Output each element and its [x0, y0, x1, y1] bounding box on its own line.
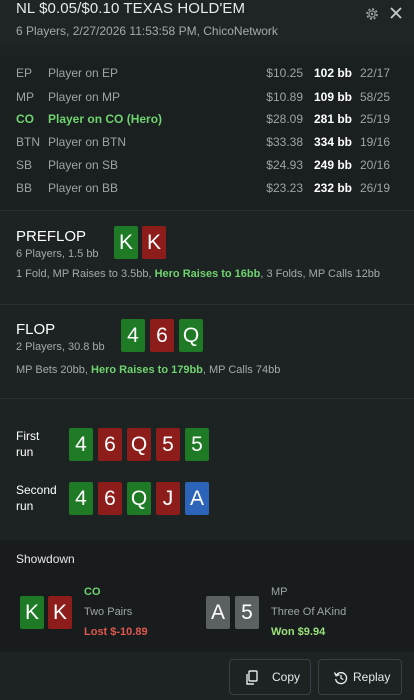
player-stats: 19/16: [359, 135, 390, 149]
player-stack: $10.89: [266, 90, 303, 104]
villain-position: MP: [271, 586, 288, 598]
flop-action: MP Bets 20bb, Hero Raises to 179bb, MP C…: [16, 364, 280, 376]
player-stack: $24.93: [266, 158, 303, 172]
player-name: Player on CO (Hero): [48, 112, 163, 126]
card: 5: [235, 596, 259, 629]
card: Q: [127, 428, 151, 461]
second-run-label: Second: [16, 483, 57, 497]
flop-info: 2 Players, 30.8 bb: [16, 341, 105, 353]
card: 4: [121, 319, 145, 352]
player-name: Player on MP: [48, 90, 121, 104]
copy-label: Copy: [272, 670, 301, 684]
player-stack: $23.23: [266, 181, 303, 195]
copy-icon: [246, 670, 258, 685]
first-run-label: run: [16, 445, 34, 459]
divider: [0, 398, 414, 399]
player-row: BTN Player on BTN $33.38 334 bb 19/16: [0, 131, 414, 154]
card: K: [20, 596, 44, 629]
action-text: , MP Calls 74bb: [202, 364, 281, 376]
card: 6: [150, 319, 174, 352]
preflop-action: 1 Fold, MP Raises to 3.5bb, Hero Raises …: [16, 268, 380, 280]
player-row: SB Player on SB $24.93 249 bb 20/16: [0, 154, 414, 177]
hero-action: Hero Raises to 16bb: [154, 268, 261, 280]
replay-label: Replay: [353, 670, 391, 684]
first-run-label: First: [16, 429, 40, 443]
player-position: BTN: [16, 135, 40, 149]
card: 4: [69, 482, 93, 515]
replay-button[interactable]: Replay: [318, 659, 402, 695]
player-stack: $33.38: [266, 135, 303, 149]
player-position: MP: [16, 90, 34, 104]
card: 6: [98, 482, 122, 515]
player-stats: 20/16: [359, 158, 390, 172]
player-stack: $10.25: [266, 66, 303, 80]
flop-title: FLOP: [16, 321, 56, 338]
copy-button[interactable]: Copy: [229, 659, 311, 695]
hero-result: Lost $-10.89: [84, 626, 148, 638]
player-stack-bb: 334 bb: [313, 135, 352, 149]
player-stack-bb: 232 bb: [313, 181, 352, 195]
action-text: 1 Fold, MP Raises to 3.5bb,: [16, 268, 155, 280]
hero-hand-rank: Two Pairs: [84, 606, 133, 618]
player-stats: 26/19: [359, 181, 390, 195]
hand-title: NL $0.05/$0.10 TEXAS HOLD'EM: [16, 0, 246, 17]
replay-icon: [333, 671, 348, 685]
player-position: EP: [16, 66, 33, 80]
card: 4: [69, 428, 93, 461]
player-stats: 25/19: [359, 112, 390, 126]
action-text: MP Bets 20bb,: [16, 364, 92, 376]
villain-result: Won $9.94: [271, 626, 326, 638]
card: K: [48, 596, 72, 629]
hero-position: CO: [84, 586, 101, 598]
preflop-info: 6 Players, 1.5 bb: [16, 248, 99, 260]
gear-icon[interactable]: [364, 6, 380, 22]
card: Q: [179, 319, 203, 352]
showdown-title: Showdown: [16, 552, 75, 566]
second-run-label: run: [16, 499, 34, 513]
player-stats: 22/17: [359, 66, 390, 80]
player-stack-bb: 249 bb: [313, 158, 352, 172]
villain-hand-rank: Three Of AKind: [271, 606, 347, 618]
card: K: [142, 226, 166, 259]
player-name: Player on BB: [48, 181, 119, 195]
card: 6: [98, 428, 122, 461]
close-icon[interactable]: [388, 5, 404, 21]
player-row: MP Player on MP $10.89 109 bb 58/25: [0, 86, 414, 109]
player-name: Player on SB: [48, 158, 119, 172]
player-position: SB: [16, 158, 33, 172]
action-text: , 3 Folds, MP Calls 12bb: [260, 268, 380, 280]
player-row: BB Player on BB $23.23 232 bb 26/19: [0, 177, 414, 200]
card: J: [156, 482, 180, 515]
showdown-section: Showdown K K CO Two Pairs Lost $-10.89 A…: [0, 540, 414, 652]
preflop-title: PREFLOP: [16, 228, 87, 245]
players-table: EP Player on EP $10.25 102 bb 22/17 MP P…: [0, 56, 414, 210]
player-stats: 58/25: [359, 90, 390, 104]
card: A: [206, 596, 230, 629]
hero-action: Hero Raises to 179bb: [91, 364, 203, 376]
divider: [0, 304, 414, 305]
player-name: Player on BTN: [48, 135, 127, 149]
card: Q: [127, 482, 151, 515]
player-position: CO: [16, 112, 34, 126]
card: K: [114, 226, 138, 259]
player-name: Player on EP: [48, 66, 119, 80]
player-stack-bb: 102 bb: [313, 66, 352, 80]
card: 5: [185, 428, 209, 461]
divider: [0, 210, 414, 211]
player-stack-bb: 109 bb: [313, 90, 352, 104]
card: A: [185, 482, 209, 515]
hand-header: NL $0.05/$0.10 TEXAS HOLD'EM 6 Players, …: [0, 0, 414, 44]
hand-subtitle: 6 Players, 2/27/2026 11:53:58 PM, ChicoN…: [16, 24, 278, 38]
player-row: EP Player on EP $10.25 102 bb 22/17: [0, 62, 414, 85]
player-row-hero: CO Player on CO (Hero) $28.09 281 bb 25/…: [0, 108, 414, 131]
card: 5: [156, 428, 180, 461]
player-stack: $28.09: [266, 112, 303, 126]
player-stack-bb: 281 bb: [313, 112, 352, 126]
player-position: BB: [16, 181, 33, 195]
